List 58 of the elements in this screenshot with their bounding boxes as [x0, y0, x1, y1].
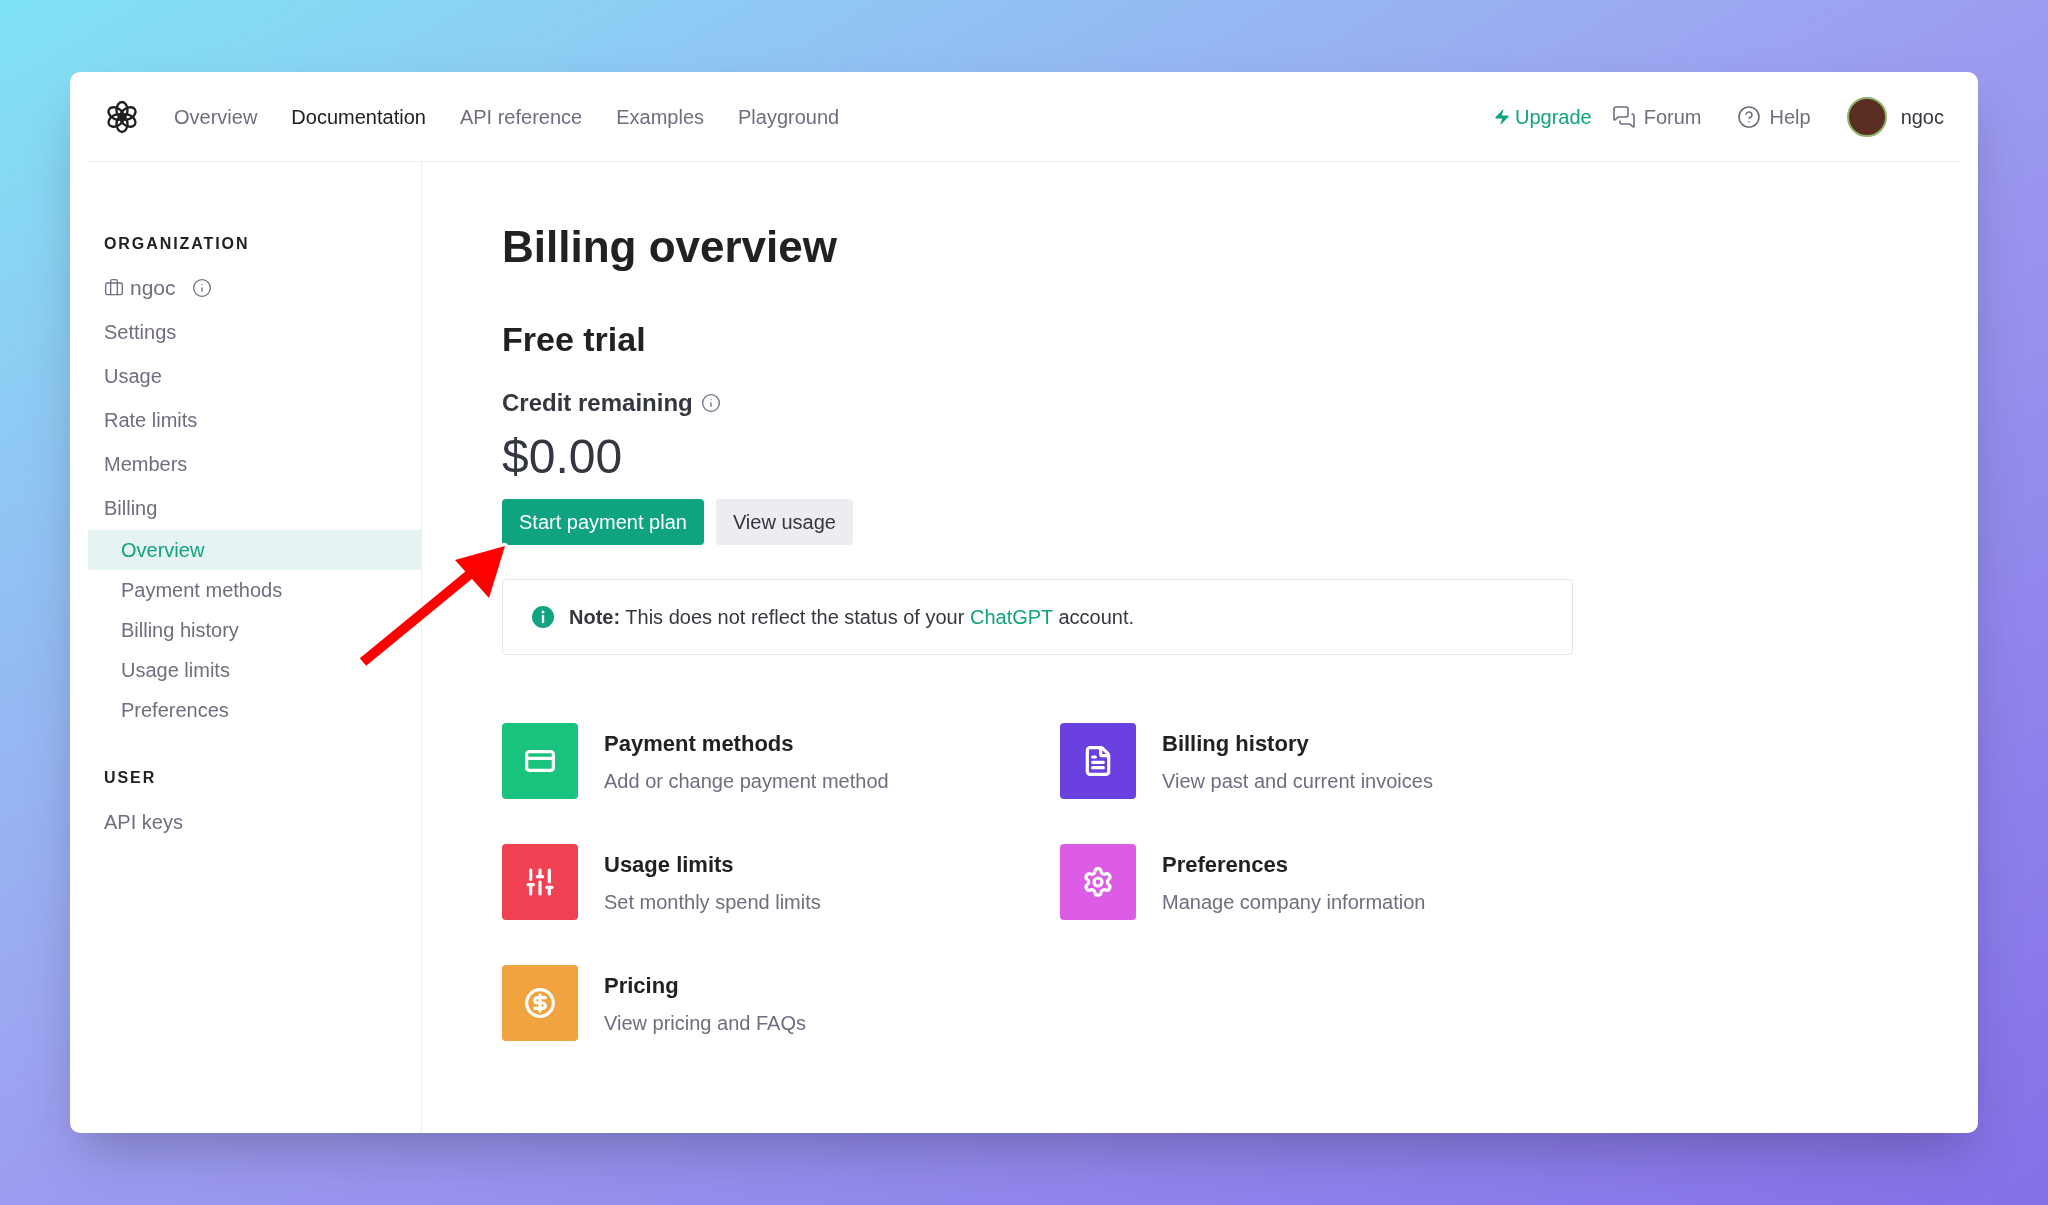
help-icon: [1737, 104, 1762, 129]
nav-link[interactable]: Documentation: [291, 101, 426, 132]
view-usage-button[interactable]: View usage: [715, 499, 853, 545]
credit-label: Credit remaining: [502, 388, 693, 418]
tile-icon-square[interactable]: [502, 723, 578, 799]
sidebar-item[interactable]: Billing: [88, 485, 421, 530]
tile-subtitle: Set monthly spend limits: [604, 889, 821, 915]
tile-subtitle: View pricing and FAQs: [604, 1010, 806, 1036]
gear-icon: [1082, 866, 1114, 898]
briefcase-icon: [104, 277, 124, 298]
section-heading: ORGANIZATION: [103, 234, 251, 254]
sidebar-item[interactable]: Usage limits: [88, 649, 421, 690]
info-icon[interactable]: [191, 277, 212, 298]
start-plan-button[interactable]: Start payment plan: [502, 499, 704, 545]
tile-title[interactable]: Usage limits: [604, 847, 821, 881]
tile-icon-square[interactable]: [1060, 844, 1136, 920]
tile-icon-square[interactable]: [1060, 723, 1136, 799]
credit-amount: $0.00: [502, 429, 624, 485]
nav-link[interactable]: Examples: [616, 101, 704, 132]
help-link[interactable]: Help: [1737, 101, 1811, 132]
info-icon: [531, 605, 555, 629]
sidebar-item[interactable]: Payment methods: [88, 569, 421, 610]
sidebar-item[interactable]: Settings: [88, 309, 421, 354]
chat-icon: [1611, 104, 1636, 129]
tile-subtitle: Manage company information: [1162, 889, 1426, 915]
upgrade-link[interactable]: Upgrade: [1492, 101, 1592, 132]
plan-title: Free trial: [502, 319, 647, 360]
page-title: Billing overview: [502, 221, 838, 273]
dollar-icon: [524, 987, 556, 1019]
tile-subtitle: View past and current invoices: [1162, 768, 1433, 794]
lightning-icon: [1492, 107, 1511, 126]
note-text: Note: This does not reflect the status of your ChatGPT account.: [569, 605, 1135, 630]
sidebar-item[interactable]: Preferences: [88, 689, 421, 730]
chatgpt-link[interactable]: ChatGPT: [969, 606, 1053, 628]
tile-title[interactable]: Billing history: [1162, 726, 1433, 760]
avatar[interactable]: [1846, 96, 1887, 137]
nav-link[interactable]: Playground: [738, 101, 840, 132]
forum-link[interactable]: Forum: [1611, 101, 1702, 132]
sidebar-item[interactable]: Usage: [88, 353, 421, 398]
nav-link[interactable]: API reference: [459, 101, 583, 132]
user-name[interactable]: ngoc: [1900, 101, 1944, 132]
sidebar-item[interactable]: Members: [88, 441, 421, 486]
section-heading: USER: [103, 767, 158, 788]
sidebar-item[interactable]: API keys: [88, 799, 421, 844]
nav-link[interactable]: Overview: [174, 101, 258, 132]
tile-icon-square[interactable]: [502, 844, 578, 920]
sliders-icon: [524, 866, 556, 898]
tile-title[interactable]: Pricing: [604, 968, 806, 1002]
sidebar-item[interactable]: Billing history: [88, 609, 421, 650]
logo-icon[interactable]: [104, 98, 140, 135]
sidebar-item[interactable]: Rate limits: [88, 397, 421, 442]
tile-title[interactable]: Preferences: [1162, 847, 1426, 881]
tile-title[interactable]: Payment methods: [604, 726, 889, 760]
info-icon[interactable]: [700, 393, 721, 413]
tile-icon-square[interactable]: [502, 965, 578, 1041]
sidebar-item[interactable]: Overview: [88, 529, 421, 570]
tile-subtitle: Add or change payment method: [604, 768, 889, 794]
org-name[interactable]: ngoc: [130, 272, 176, 304]
